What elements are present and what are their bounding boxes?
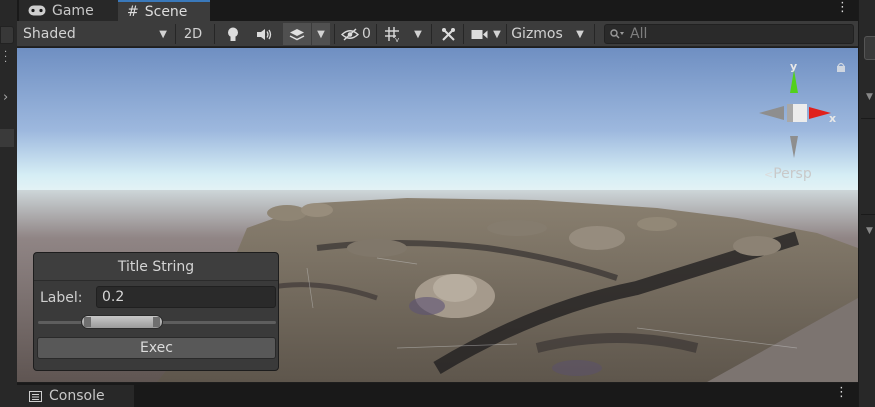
axis-y-cone[interactable] <box>790 70 798 93</box>
exec-button[interactable]: Exec <box>37 337 276 359</box>
tab-bar: Game # Scene ⋮ <box>17 0 858 21</box>
audio-toggle[interactable] <box>253 23 275 45</box>
gamepad-icon <box>28 5 46 16</box>
tab-console-label: Console <box>49 388 105 404</box>
toolbar-separator <box>431 24 432 44</box>
tab-game-label: Game <box>52 2 94 19</box>
lock-icon[interactable] <box>837 66 845 72</box>
chevron-right-icon[interactable]: › <box>3 90 8 105</box>
overlay-panel: Title String Label: 0.2 Exec <box>33 252 279 371</box>
bottom-tab-bar: Console ⋮ <box>17 383 858 407</box>
tab-console[interactable]: Console <box>17 385 134 407</box>
wrench-screwdriver-icon <box>441 27 455 41</box>
left-dock-field[interactable] <box>0 26 14 44</box>
lighting-toggle[interactable] <box>222 23 244 45</box>
toolbar-separator <box>463 24 464 44</box>
caret-down-icon: ▼ <box>493 28 501 40</box>
speaker-icon <box>257 28 272 40</box>
left-menu-dots-icon[interactable]: · · · <box>4 48 7 68</box>
scene-toolbar: Shaded ▼ 2D ▼ 0 y ▼ ▼ Gizmos ▼ All <box>17 21 858 47</box>
axis-x-cone[interactable] <box>809 107 831 119</box>
gizmos-dropdown[interactable]: ▼ <box>569 23 591 45</box>
gizmo-cube-side <box>787 104 793 122</box>
draw-mode-label: Shaded <box>23 26 76 42</box>
label-input[interactable]: 0.2 <box>96 286 276 308</box>
tab-scene[interactable]: # Scene <box>118 0 210 21</box>
left-dock-strip: · · · › <box>0 0 17 407</box>
grid-hash-icon: # <box>127 3 139 20</box>
grid-dropdown[interactable]: ▼ <box>409 23 427 45</box>
console-list-icon <box>29 390 42 402</box>
caret-down-icon: ▼ <box>317 28 325 40</box>
tab-game[interactable]: Game <box>19 0 118 21</box>
panel-title: Title String <box>34 253 278 281</box>
mode-2d-button[interactable]: 2D <box>177 23 209 45</box>
caret-down-icon: ▼ <box>159 28 167 40</box>
right-dock-strip: ▼ ▼ <box>858 0 875 407</box>
axis-y-label: y <box>790 60 797 73</box>
layers-icon <box>289 28 305 40</box>
draw-mode-dropdown[interactable]: Shaded ▼ <box>17 23 173 45</box>
triangle-down-icon[interactable]: ▼ <box>866 226 873 236</box>
console-menu-dots-icon[interactable]: ⋮ <box>835 385 848 400</box>
slider-thumb[interactable] <box>81 315 163 329</box>
effects-dropdown[interactable]: ▼ <box>312 23 330 45</box>
gizmos-button[interactable]: Gizmos <box>507 23 567 45</box>
lock-icon-shackle <box>837 62 845 67</box>
gizmos-label: Gizmos <box>511 26 563 42</box>
divider <box>861 118 875 119</box>
hidden-count: 0 <box>362 26 371 42</box>
svg-text:y: y <box>395 36 399 42</box>
projection-toggle[interactable]: <Persp <box>764 166 812 182</box>
toolbar-separator <box>594 24 595 44</box>
toolbar-separator <box>334 24 335 44</box>
search-placeholder: All <box>630 26 648 42</box>
persp-arrow-icon: < <box>764 168 774 181</box>
field-label: Label: <box>40 290 83 306</box>
eye-slash-icon <box>341 27 360 41</box>
slider-thumb-cap <box>153 317 160 327</box>
axis-neg-y-cone[interactable] <box>790 136 798 158</box>
axis-neg-x-cone[interactable] <box>759 106 784 120</box>
grid-snap-icon: y <box>385 27 399 42</box>
right-dock-field[interactable] <box>864 36 875 60</box>
mode-2d-label: 2D <box>183 26 203 42</box>
toolbar-separator <box>214 24 215 44</box>
caret-down-icon: ▼ <box>576 28 584 40</box>
divider <box>861 214 875 215</box>
triangle-down-icon[interactable]: ▼ <box>866 92 873 102</box>
effects-toggle[interactable] <box>283 23 311 45</box>
caret-down-icon: ▼ <box>414 28 422 40</box>
toolbar-separator <box>175 24 176 44</box>
left-dock-item[interactable] <box>0 129 14 147</box>
search-input[interactable]: All <box>604 24 854 44</box>
toolbar-separator <box>376 24 377 44</box>
tools-button[interactable] <box>435 23 461 45</box>
slider-thumb-cap <box>84 317 91 327</box>
tab-scene-label: Scene <box>144 3 188 20</box>
camera-icon <box>471 29 488 39</box>
camera-settings-button[interactable]: ▼ <box>466 23 506 45</box>
search-icon <box>610 29 624 39</box>
projection-label: Persp <box>773 166 812 182</box>
axis-x-label: x <box>829 112 836 125</box>
grid-snapping-toggle[interactable]: y <box>379 23 407 45</box>
tab-menu-dots-icon[interactable]: ⋮ <box>836 0 849 15</box>
lightbulb-icon <box>228 27 238 41</box>
scene-visibility-toggle[interactable]: 0 <box>337 23 375 45</box>
